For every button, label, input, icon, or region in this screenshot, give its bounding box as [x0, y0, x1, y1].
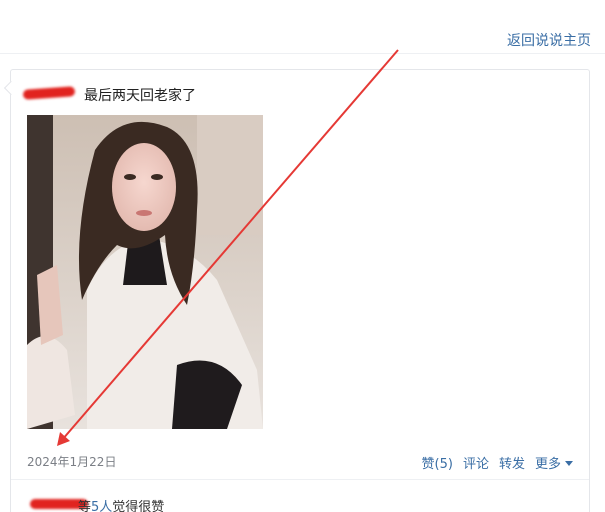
post-photo[interactable] — [27, 115, 263, 429]
likes-count-link[interactable]: 5人 — [91, 500, 112, 512]
comment-button[interactable]: 评论 — [463, 453, 489, 472]
like-button[interactable]: 赞(5) — [422, 453, 453, 472]
caret-down-icon — [565, 460, 573, 466]
divider — [11, 479, 589, 480]
top-bar: 返回说说主页 — [0, 0, 605, 54]
likes-summary: 等5人觉得很赞 — [78, 496, 164, 512]
back-to-shuoshuo-home-link[interactable]: 返回说说主页 — [507, 30, 591, 50]
post-actions: 赞(5) 评论 转发 更多 — [422, 453, 573, 472]
likes-suffix: 觉得很赞 — [112, 500, 165, 512]
more-menu-button[interactable]: 更多 — [535, 453, 573, 472]
forward-button[interactable]: 转发 — [499, 453, 525, 472]
post-date: 2024年1月22日 — [27, 455, 117, 469]
post-text: 最后两天回老家了 — [84, 88, 196, 104]
more-label: 更多 — [534, 457, 561, 472]
likes-prefix: 等 — [78, 500, 92, 512]
